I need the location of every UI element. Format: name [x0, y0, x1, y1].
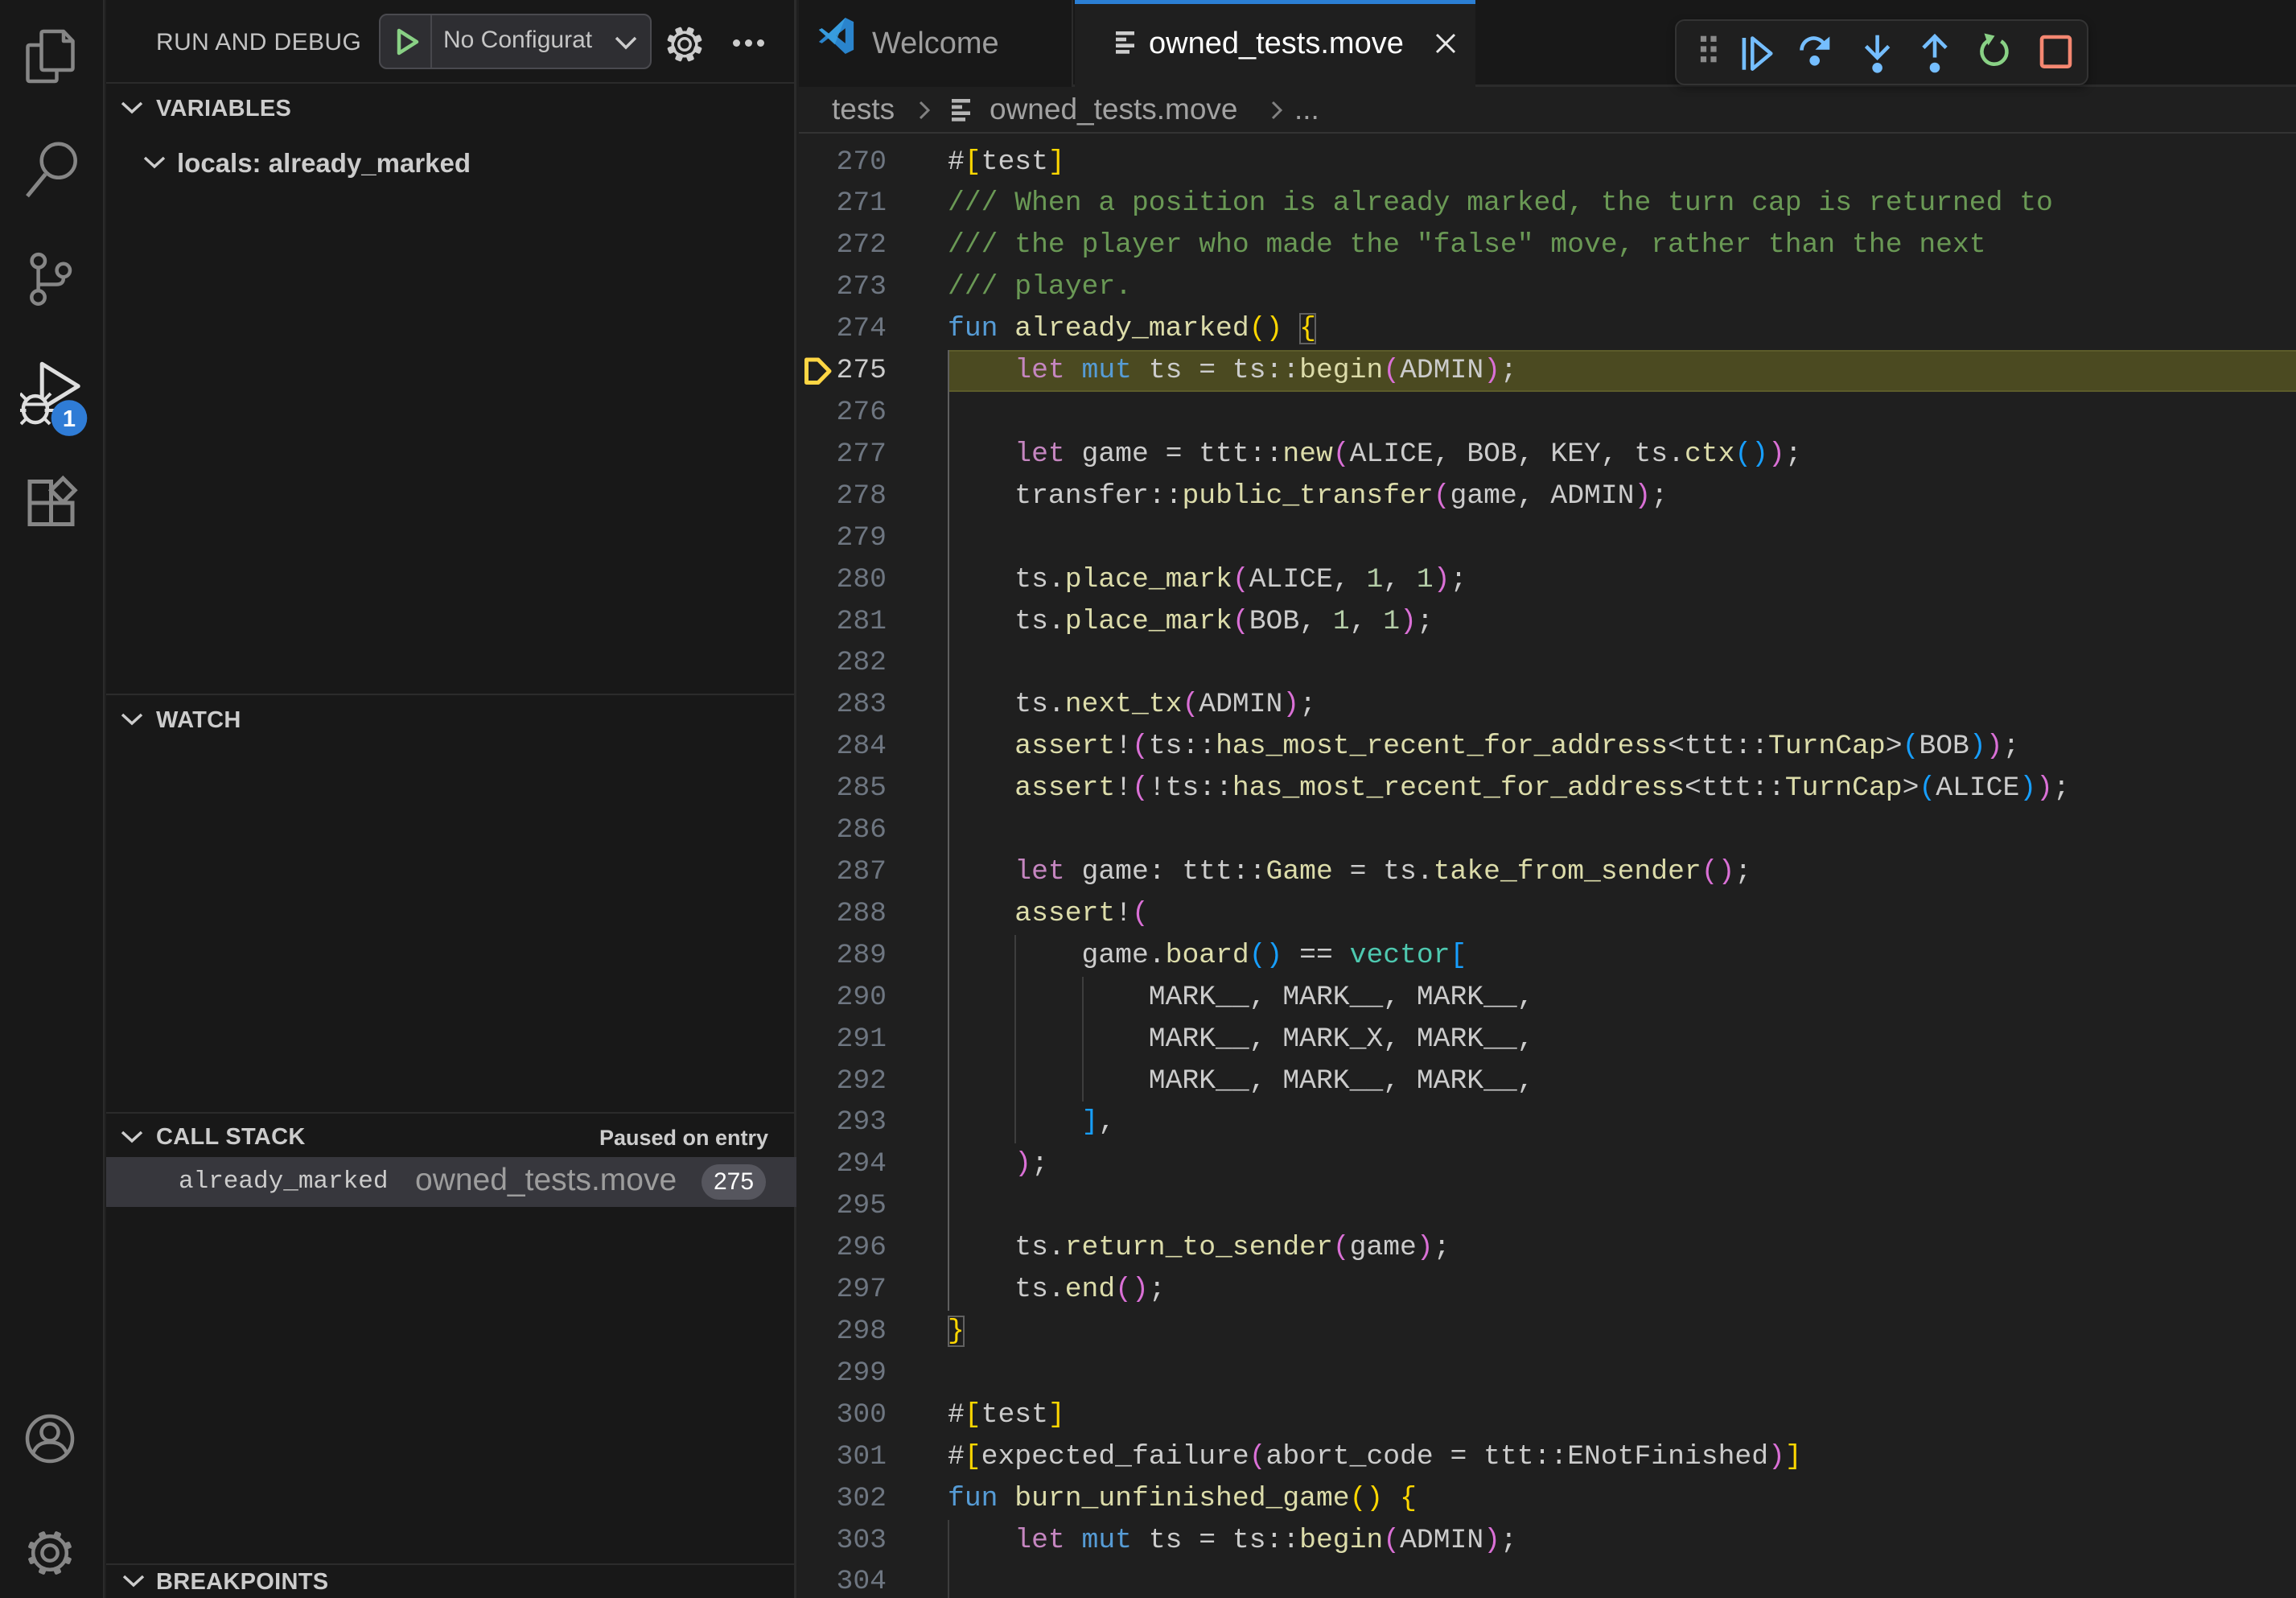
svg-text:1: 1 — [63, 406, 76, 432]
